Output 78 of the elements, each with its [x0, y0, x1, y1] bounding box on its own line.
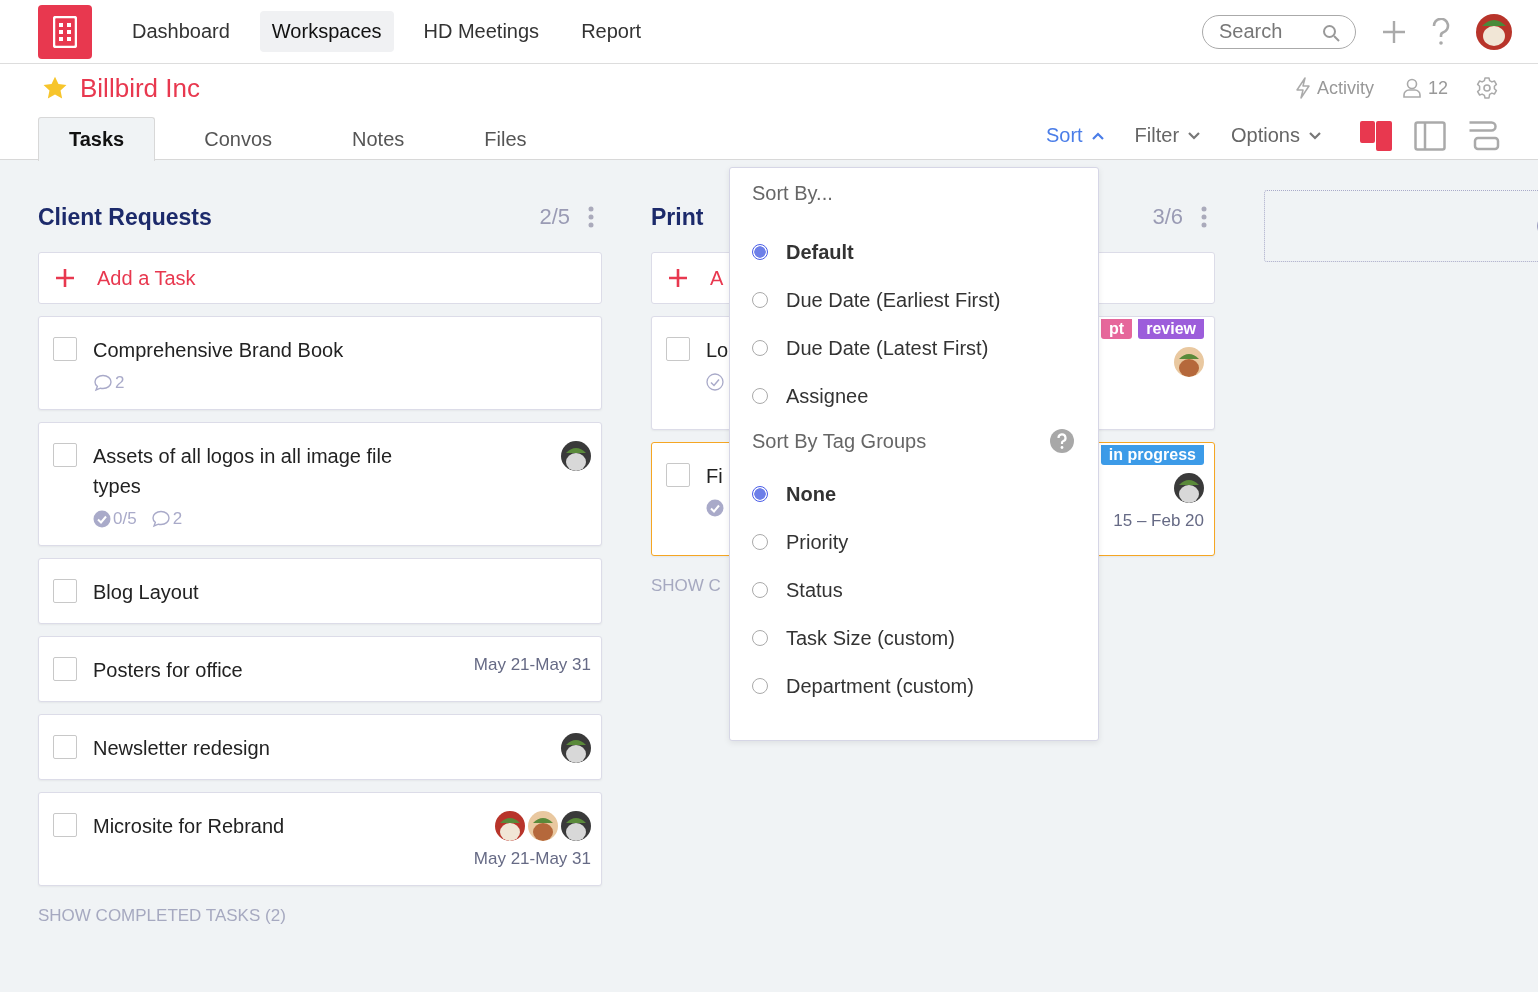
task-card[interactable]: Comprehensive Brand Book 2 — [38, 316, 602, 410]
task-title: Lo — [706, 338, 729, 363]
task-title: Posters for office — [93, 658, 243, 683]
task-title: Assets of all logos in all image file types — [93, 444, 394, 499]
due-date: May 21-May 31 — [473, 655, 591, 675]
dropdown-button[interactable]: Filter — [1134, 124, 1202, 147]
caret-icon — [1090, 130, 1105, 141]
task-count: 2/5 — [539, 204, 570, 230]
sort-option[interactable]: Due Date (Earliest First) — [752, 276, 1074, 324]
help-icon[interactable] — [1050, 429, 1074, 453]
task-card[interactable]: Posters for office May 21-May 31 — [38, 636, 602, 702]
sort-option[interactable]: Status — [752, 566, 1074, 614]
board-view-icon[interactable] — [1360, 120, 1392, 151]
plus-icon — [668, 268, 688, 288]
add-task-button[interactable]: Add a Task — [38, 252, 602, 304]
task-title: Fi — [706, 464, 724, 489]
task-card[interactable]: Microsite for Rebrand May 21-May 31 — [38, 792, 602, 886]
task-title: Newsletter redesign — [93, 736, 270, 761]
caret-icon — [1187, 130, 1202, 141]
star-icon[interactable] — [42, 75, 68, 101]
task-checkbox[interactable] — [666, 337, 690, 361]
sort-option[interactable]: Assignee — [752, 372, 1074, 420]
sort-option[interactable]: Due Date (Latest First) — [752, 324, 1074, 372]
plus-icon[interactable] — [1382, 19, 1406, 44]
tab[interactable]: Files — [453, 116, 558, 161]
person-icon — [1401, 78, 1422, 98]
more-icon[interactable] — [1201, 206, 1207, 228]
project-title: Billbird Inc — [80, 72, 200, 104]
menu-heading: Sort By... — [752, 182, 834, 206]
task-checkbox[interactable] — [53, 443, 77, 467]
comment-count: 2 — [150, 509, 183, 529]
tag[interactable]: review — [1138, 319, 1204, 339]
subtask-count: 0/5 — [93, 509, 137, 529]
sort-option[interactable]: None — [752, 470, 1074, 518]
plus-icon — [55, 268, 75, 288]
column-title: Client Requests — [38, 203, 212, 231]
task-title: Blog Layout — [93, 580, 199, 605]
task-checkbox[interactable] — [53, 579, 77, 603]
sort-option[interactable]: Department (custom) — [752, 662, 1074, 710]
task-checkbox[interactable] — [53, 337, 77, 361]
help-icon[interactable] — [1432, 17, 1450, 46]
list-view-icon[interactable] — [1468, 120, 1500, 151]
lightning-icon — [1294, 77, 1311, 99]
search-field[interactable]: Search — [1202, 14, 1356, 49]
nav-link[interactable]: Dashboard — [120, 11, 242, 52]
task-count: 3/6 — [1152, 204, 1183, 230]
dropdown-button[interactable]: Sort — [1045, 124, 1105, 147]
nav-link[interactable]: HD Meetings — [411, 11, 552, 52]
task-checkbox[interactable] — [53, 657, 77, 681]
task-card[interactable]: Newsletter redesign — [38, 714, 602, 780]
search-icon[interactable] — [1322, 23, 1340, 42]
dropdown-button[interactable]: Options — [1231, 124, 1322, 147]
avatar-icon[interactable] — [1476, 13, 1512, 50]
nav-link[interactable]: Report — [569, 11, 654, 52]
column-title: Print — [651, 203, 704, 231]
tab[interactable]: Tasks — [38, 116, 156, 161]
menu-heading: Sort By Tag Groups — [752, 429, 927, 453]
nav-link[interactable]: Workspaces — [259, 11, 394, 52]
due-date: May 21-May 31 — [473, 849, 591, 869]
comment-count: 2 — [93, 373, 125, 393]
settings-icon[interactable] — [1476, 77, 1498, 99]
caret-icon — [1308, 130, 1322, 141]
split-view-icon[interactable] — [1414, 120, 1446, 151]
tab[interactable]: Convos — [173, 116, 304, 161]
task-checkbox[interactable] — [666, 463, 690, 487]
sort-option[interactable]: Task Size (custom) — [752, 614, 1074, 662]
sort-option[interactable]: Priority — [752, 518, 1074, 566]
sort-option[interactable]: Default — [752, 228, 1074, 276]
app-logo[interactable] — [38, 4, 92, 59]
task-checkbox[interactable] — [53, 735, 77, 759]
task-title: Microsite for Rebrand — [93, 814, 285, 839]
task-title: Comprehensive Brand Book — [93, 338, 344, 363]
task-checkbox[interactable] — [53, 813, 77, 837]
more-icon[interactable] — [588, 206, 594, 228]
task-card[interactable]: Assets of all logos in all image file types 0/5 2 — [38, 422, 602, 546]
due-date: 15 – Feb 20 — [1113, 511, 1204, 531]
task-card[interactable]: Blog Layout — [38, 558, 602, 624]
tab[interactable]: Notes — [321, 116, 436, 161]
